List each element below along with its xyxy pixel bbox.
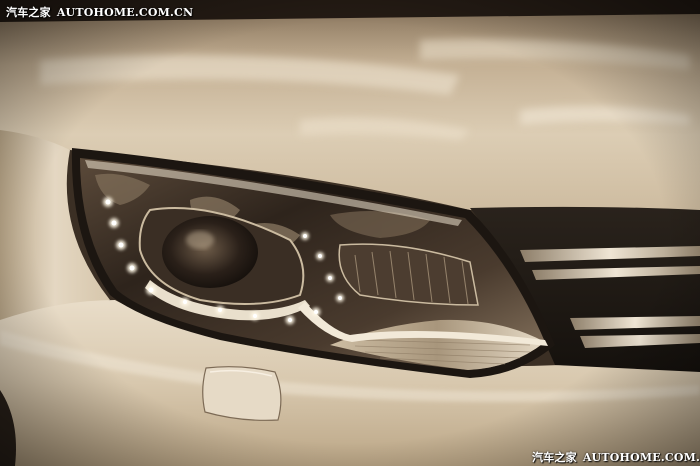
car-headlight-photo: 汽车之家 AUTOHOME.COM.CN 汽车之家 AUTOHOME.COM.CN xyxy=(0,0,700,466)
watermark-brand-cn: 汽车之家 xyxy=(532,451,577,464)
watermark-site: AUTOHOME.COM.CN xyxy=(56,6,194,19)
watermark-site: AUTOHOME.COM.CN xyxy=(582,451,700,464)
watermark-brand-cn: 汽车之家 xyxy=(6,6,51,19)
photo-vignette xyxy=(0,0,700,466)
watermark-bottom: 汽车之家 AUTOHOME.COM.CN xyxy=(532,449,700,465)
photo-canvas xyxy=(0,0,700,466)
watermark-top: 汽车之家 AUTOHOME.COM.CN xyxy=(6,4,193,20)
